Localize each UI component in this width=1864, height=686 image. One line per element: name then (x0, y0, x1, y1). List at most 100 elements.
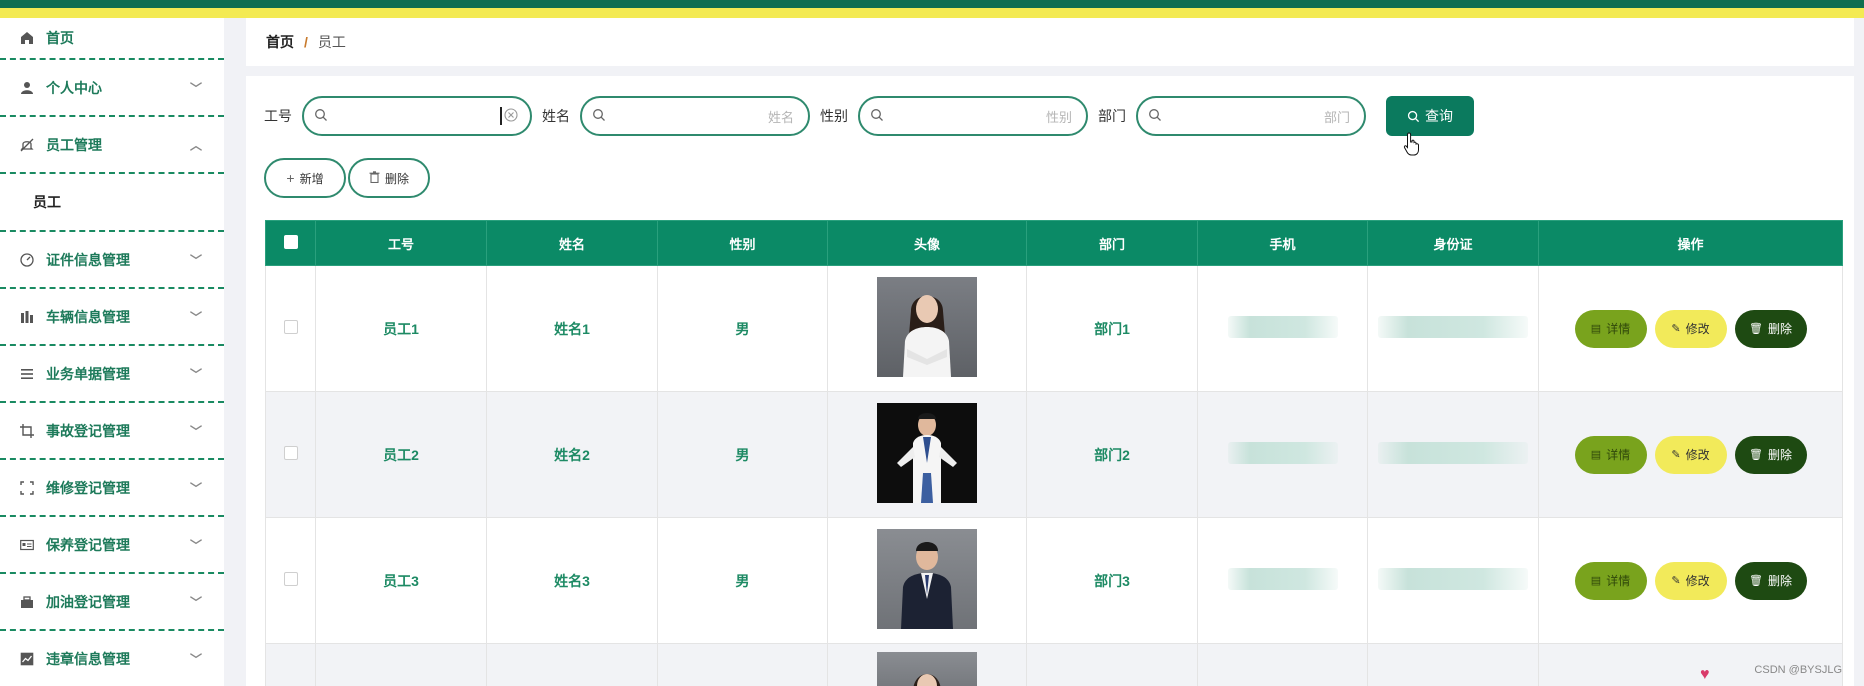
sidebar-item-business-documents[interactable]: 业务单据管理 ﹀ (0, 346, 224, 403)
cell-avatar (827, 643, 1027, 686)
search-input-gender[interactable]: 性别 (858, 96, 1088, 136)
cell-department: 部门3 (1026, 517, 1198, 644)
heart-icon: ♥ (1700, 666, 1710, 683)
sidebar-item-home[interactable]: 首页 (0, 18, 224, 60)
sidebar-subitem-label: 员工 (33, 194, 61, 210)
cell-avatar (827, 391, 1027, 518)
sidebar-item-label: 维修登记管理 (46, 479, 130, 496)
chevron-down-icon: ﹀ (189, 538, 202, 552)
cell-name: 姓名2 (486, 391, 658, 518)
trash-icon: 🗑 (1749, 323, 1763, 335)
cell-id-card (1367, 265, 1539, 392)
search-icon (314, 108, 328, 125)
trash-icon (369, 170, 380, 186)
sidebar-item-repair-registration[interactable]: 维修登记管理 ﹀ (0, 460, 224, 517)
cell-operations: ▤ 详情 ✎ 修改 🗑 删除 (1538, 265, 1843, 392)
chevron-down-icon: ﹀ (189, 367, 202, 381)
search-placeholder: 姓名 (767, 109, 794, 125)
batch-delete-button[interactable]: 删除 (348, 158, 430, 198)
edit-button[interactable]: ✎ 修改 (1654, 309, 1727, 348)
column-header: 部门 (1026, 220, 1198, 266)
plus-icon: + (286, 170, 295, 186)
sidebar-item-accident-registration[interactable]: 事故登记管理 ﹀ (0, 403, 224, 460)
row-checkbox[interactable] (265, 643, 316, 686)
sidebar-item-vehicle-management[interactable]: 车辆信息管理 ﹀ (0, 289, 224, 346)
sidebar-item-certificate-management[interactable]: 证件信息管理 ﹀ (0, 232, 224, 289)
redacted-phone (1227, 442, 1338, 464)
select-all-checkbox[interactable] (265, 220, 316, 266)
row-checkbox[interactable] (265, 517, 316, 644)
line-chart-icon (18, 650, 36, 668)
column-header: 工号 (315, 220, 487, 266)
home-icon (18, 29, 36, 47)
sidebar-subitem-employee[interactable]: 员工 (0, 174, 224, 232)
add-button[interactable]: + 新增 (264, 158, 346, 198)
sidebar-item-fuel-registration[interactable]: 加油登记管理 ﹀ (0, 574, 224, 631)
hand-cursor-icon (1403, 132, 1421, 161)
sidebar-item-label: 事故登记管理 (46, 422, 130, 439)
cell-id: 员工2 (315, 391, 487, 518)
document-icon: ▤ (1590, 575, 1602, 587)
row-checkbox[interactable] (265, 265, 316, 392)
trash-icon: 🗑 (1749, 449, 1763, 461)
list-icon (18, 365, 36, 383)
cell-id-card (1367, 643, 1539, 686)
sidebar-item-label: 个人中心 (46, 79, 102, 96)
edit-button[interactable]: ✎ 修改 (1654, 435, 1727, 474)
detail-button[interactable]: ▤ 详情 (1574, 561, 1647, 600)
delete-button-label: 删除 (1767, 322, 1792, 336)
cell-operations: ▤ 详情 ✎ 修改 🗑 删除 (1538, 517, 1843, 644)
search-placeholder: 部门 (1323, 109, 1350, 125)
avatar[interactable] (877, 652, 977, 686)
edit-button[interactable]: ✎ 修改 (1654, 561, 1727, 600)
chevron-down-icon: ﹀ (189, 652, 202, 666)
sidebar-item-personal-center[interactable]: 个人中心 ﹀ (0, 60, 224, 117)
sidebar-item-label: 保养登记管理 (46, 536, 130, 553)
cell-gender (657, 643, 828, 686)
breadcrumb-home[interactable]: 首页 (266, 32, 294, 52)
sidebar-item-employee-management[interactable]: 员工管理 ︿ (0, 117, 224, 174)
detail-button[interactable]: ▤ 详情 (1574, 435, 1647, 474)
text-caret (500, 107, 502, 125)
search-input-department[interactable]: 部门 (1136, 96, 1366, 136)
breadcrumb-separator: / (304, 34, 308, 50)
cell-gender: 男 (657, 517, 828, 644)
search-input-name[interactable]: 姓名 (580, 96, 810, 136)
delete-button[interactable]: 🗑 删除 (1734, 561, 1807, 600)
delete-button[interactable]: 🗑 删除 (1734, 435, 1807, 474)
chevron-up-icon: ︿ (189, 138, 202, 152)
avatar[interactable] (877, 277, 977, 377)
detail-button[interactable]: ▤ 详情 (1574, 309, 1647, 348)
chevron-down-icon: ﹀ (189, 253, 202, 267)
sidebar-item-maintenance-registration[interactable]: 保养登记管理 ﹀ (0, 517, 224, 574)
cell-department: 部门2 (1026, 391, 1198, 518)
sidebar-item-violation-management[interactable]: 违章信息管理 ﹀ (0, 631, 224, 686)
column-header: 操作 (1538, 220, 1843, 266)
row-checkbox[interactable] (265, 391, 316, 518)
search-label-department: 部门 (1098, 108, 1126, 124)
search-label-name: 姓名 (542, 108, 570, 124)
search-icon (1148, 108, 1162, 125)
avatar[interactable] (877, 403, 977, 503)
delete-button-label: 删除 (1767, 574, 1792, 588)
clear-icon[interactable] (504, 108, 518, 125)
employee-table: 工号 姓名 性别 头像 部门 手机 身份证 操作 员工1 姓名1 男 部门1 ▤… (265, 220, 1843, 686)
search-input-id[interactable] (302, 96, 532, 136)
sidebar-item-label: 车辆信息管理 (46, 308, 130, 325)
search-icon (870, 108, 884, 125)
chevron-down-icon: ﹀ (189, 424, 202, 438)
cell-department (1026, 643, 1198, 686)
query-button[interactable]: 查询 (1386, 96, 1474, 136)
batch-delete-button-label: 删除 (384, 171, 409, 186)
add-button-label: 新增 (299, 171, 324, 186)
pencil-icon: ✎ (1671, 449, 1681, 461)
gauge-icon (18, 251, 36, 269)
sidebar-item-label: 首页 (46, 30, 74, 46)
chevron-down-icon: ﹀ (189, 481, 202, 495)
avatar[interactable] (877, 529, 977, 629)
chevron-down-icon: ﹀ (189, 595, 202, 609)
delete-button[interactable]: 🗑 删除 (1734, 309, 1807, 348)
column-header: 姓名 (486, 220, 658, 266)
detail-button-label: 详情 (1606, 574, 1631, 588)
action-toolbar: + 新增 删除 (264, 158, 432, 198)
